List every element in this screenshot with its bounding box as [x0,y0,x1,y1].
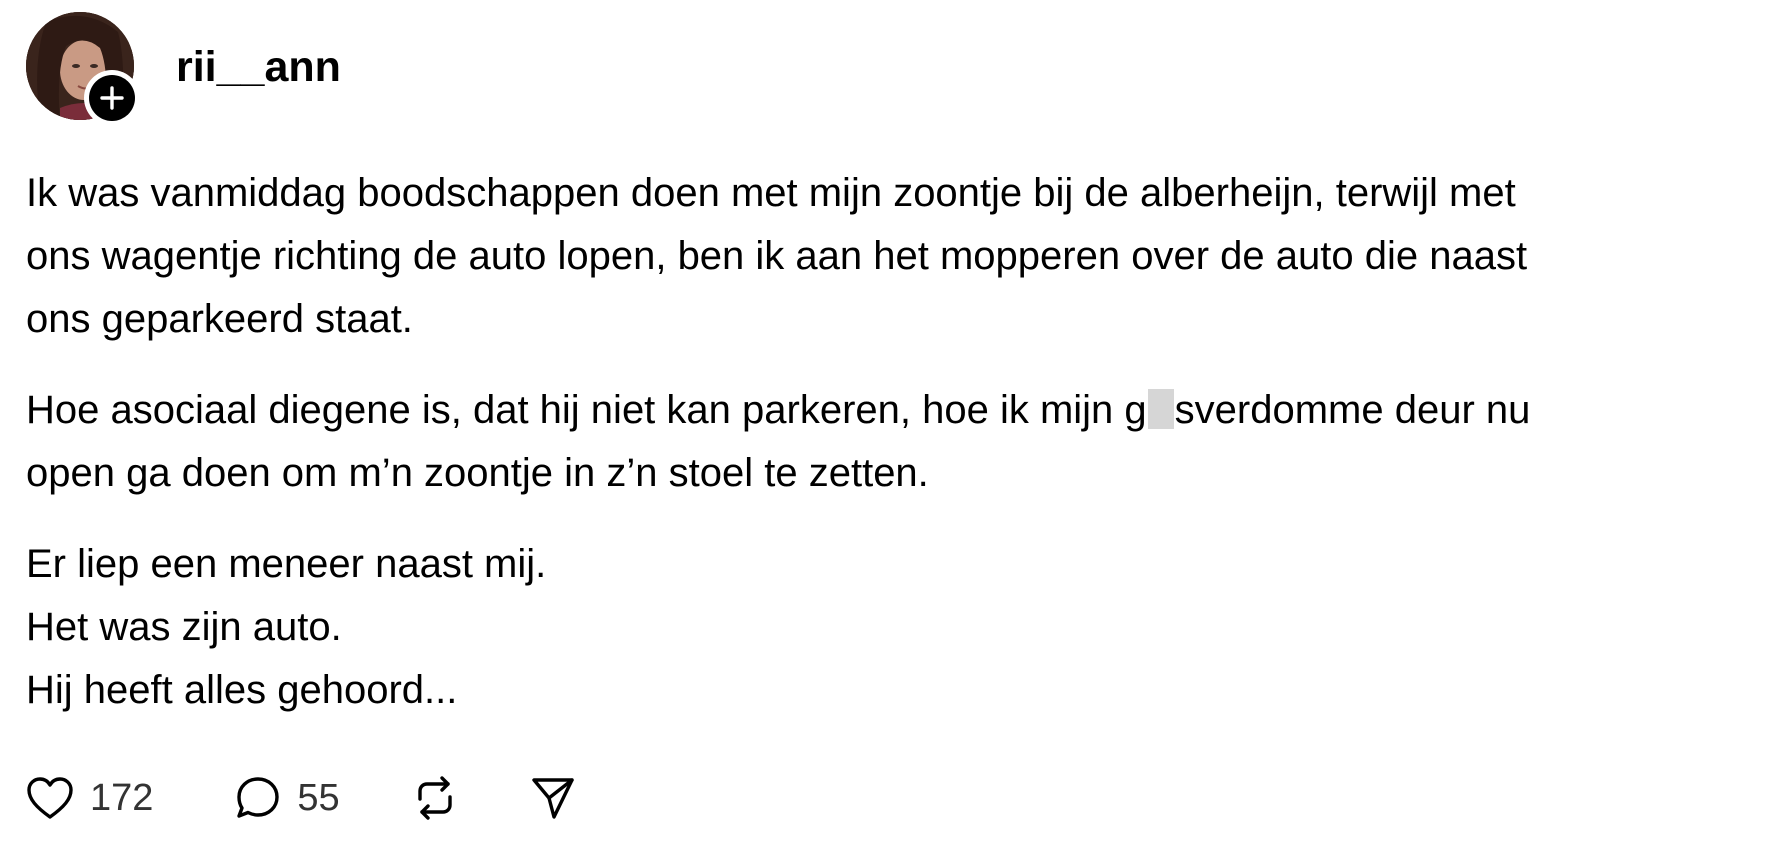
post-paragraph-2: Hoe asociaal diegene is, dat hij niet ka… [26,379,1770,505]
thread-post: rii__ann Ik was vanmiddag boodschappen d… [0,0,1770,844]
repost-icon [417,776,452,820]
repost-button[interactable] [412,775,458,821]
comment-bubble-icon [237,777,280,818]
paragraph-2-text-before: Hoe asociaal diegene is, dat hij niet ka… [26,388,1147,432]
share-button[interactable] [530,775,576,821]
post-actions: 172 55 [26,768,576,828]
censored-text-block [1147,389,1174,429]
post-paragraph-1: Ik was vanmiddag boodschappen doen met m… [26,171,1528,341]
follow-button[interactable] [84,70,140,126]
username[interactable]: rii__ann [176,46,341,89]
like-count: 172 [90,777,154,819]
follow-badge-circle [89,75,135,121]
avatar-container [26,12,140,126]
reply-count: 55 [297,777,340,819]
post-body: Ik was vanmiddag boodschappen doen met m… [26,162,1770,722]
heart-icon [27,777,73,819]
post-paragraph-3: Er liep een meneer naast mij. Het was zi… [26,542,547,712]
reply-button[interactable]: 55 [235,775,340,821]
post-header: rii__ann [26,12,341,126]
send-icon [531,778,574,819]
like-button[interactable]: 172 [26,776,153,820]
plus-icon [100,86,124,110]
